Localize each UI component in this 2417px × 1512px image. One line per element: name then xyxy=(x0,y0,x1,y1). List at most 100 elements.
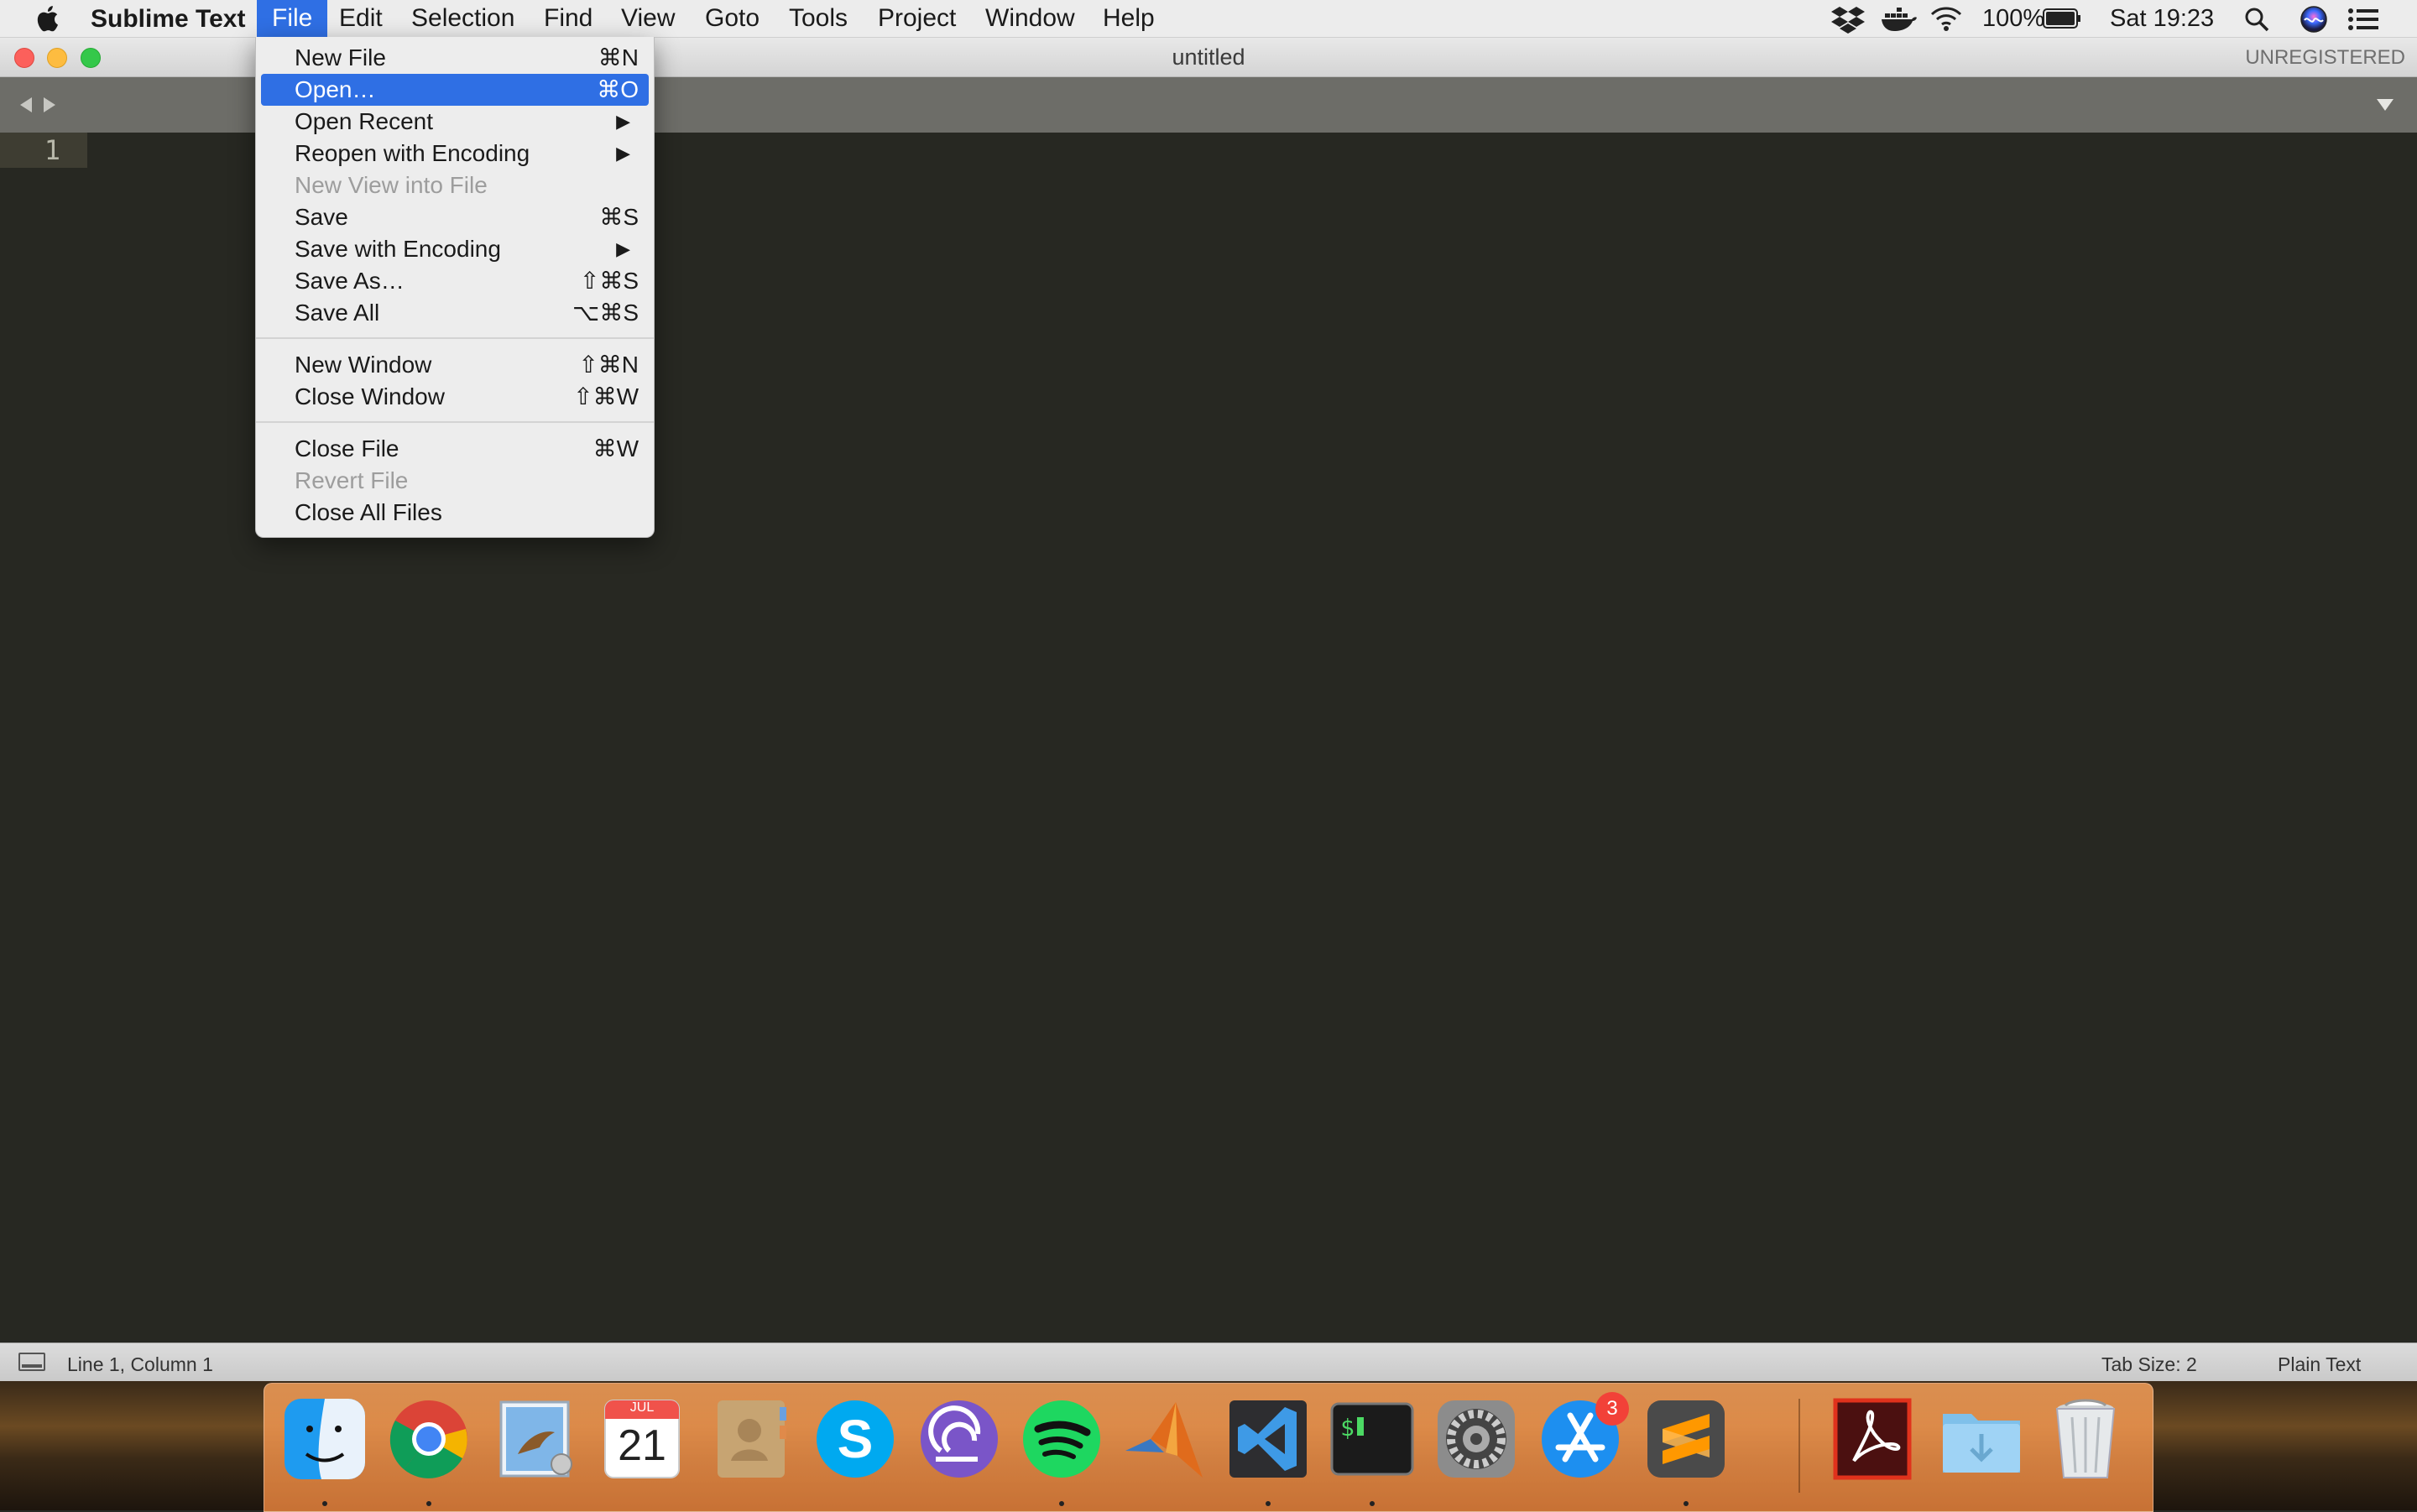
menu-item-label: Reopen with Encoding xyxy=(295,140,530,166)
menu-item-save[interactable]: Save ⌘S xyxy=(261,201,649,233)
dock-separator xyxy=(1798,1399,1800,1493)
menu-selection[interactable]: Selection xyxy=(396,0,530,37)
vscode-icon[interactable] xyxy=(1224,1395,1312,1483)
menu-item-label: New Window xyxy=(295,352,432,378)
file-menu-dropdown: New File ⌘N Open… ⌘O Open Recent ▶ Reope… xyxy=(255,37,655,538)
menu-item-close-window[interactable]: Close Window ⇧⌘W xyxy=(261,381,649,413)
battery-percentage[interactable]: 100% xyxy=(1982,0,2044,37)
terminal-prompt: $ xyxy=(1340,1414,1355,1442)
menu-item-shortcut: ⌘N xyxy=(598,44,639,70)
menu-item-label: Revert File xyxy=(295,467,409,493)
battery-icon[interactable] xyxy=(2043,8,2081,29)
app-store-badge: 3 xyxy=(1595,1392,1629,1426)
menu-item-close-file[interactable]: Close File ⌘W xyxy=(261,433,649,465)
spotify-running-indicator xyxy=(1059,1501,1064,1506)
menu-item-close-all-files[interactable]: Close All Files xyxy=(261,497,649,529)
calendar-icon[interactable]: JUL 21 xyxy=(598,1395,686,1483)
menu-window[interactable]: Window xyxy=(970,0,1090,37)
menu-item-shortcut: ⇧⌘W xyxy=(573,383,639,409)
submenu-arrow-icon: ▶ xyxy=(616,238,630,259)
menu-item-save-with-encoding[interactable]: Save with Encoding ▶ xyxy=(261,233,649,265)
svg-text:S: S xyxy=(838,1409,874,1469)
submenu-arrow-icon: ▶ xyxy=(616,111,630,132)
license-status: UNREGISTERED xyxy=(2245,46,2405,69)
menu-help[interactable]: Help xyxy=(1088,0,1170,37)
menu-item-new-file[interactable]: New File ⌘N xyxy=(261,42,649,74)
menu-item-label: Save As… xyxy=(295,268,405,294)
panel-toggle-icon[interactable] xyxy=(18,1353,45,1371)
menu-bar: Sublime Text File Edit Selection Find Vi… xyxy=(0,0,2417,38)
menu-item-new-window[interactable]: New Window ⇧⌘N xyxy=(261,349,649,381)
menu-item-label: New File xyxy=(295,44,386,70)
menu-separator xyxy=(256,421,654,423)
trash-icon[interactable] xyxy=(2042,1395,2129,1483)
menu-item-open[interactable]: Open… ⌘O xyxy=(261,74,649,106)
menu-item-label: Close File xyxy=(295,435,399,461)
calendar-day: 21 xyxy=(618,1421,666,1470)
menu-item-label: Close Window xyxy=(295,383,445,409)
menu-item-label: Close All Files xyxy=(295,499,442,525)
dock: JUL 21 S $ 3 xyxy=(264,1383,2153,1512)
previous-tab-arrow-icon[interactable] xyxy=(18,96,34,114)
menu-item-open-recent[interactable]: Open Recent ▶ xyxy=(261,106,649,138)
menu-item-label: Save All xyxy=(295,300,380,326)
menu-goto[interactable]: Goto xyxy=(690,0,775,37)
menu-find[interactable]: Find xyxy=(529,0,608,37)
app-store-icon[interactable]: 3 xyxy=(1537,1392,1629,1483)
skype-icon[interactable]: S xyxy=(812,1395,899,1483)
next-tab-arrow-icon[interactable] xyxy=(42,96,57,114)
downloads-folder-icon[interactable] xyxy=(1938,1395,2025,1483)
system-preferences-icon[interactable] xyxy=(1433,1395,1520,1483)
syntax-selector[interactable]: Plain Text xyxy=(2278,1353,2361,1376)
menu-item-shortcut: ⇧⌘S xyxy=(579,268,639,294)
menu-item-label: Open… xyxy=(295,76,376,102)
finder-running-indicator xyxy=(322,1501,327,1506)
menu-item-save-as[interactable]: Save As… ⇧⌘S xyxy=(261,265,649,297)
spotlight-search-icon[interactable] xyxy=(2244,7,2269,32)
siri-icon[interactable] xyxy=(2300,5,2328,34)
menu-item-shortcut: ⌥⌘S xyxy=(572,300,639,326)
bittorrent-icon[interactable] xyxy=(916,1395,1003,1483)
menu-item-shortcut: ⌘W xyxy=(593,435,639,461)
submenu-arrow-icon: ▶ xyxy=(616,143,630,164)
menu-item-shortcut: ⇧⌘N xyxy=(578,352,639,378)
menu-clock[interactable]: Sat 19:23 xyxy=(2110,0,2214,37)
menu-item-shortcut: ⌘S xyxy=(599,204,639,230)
menu-tools[interactable]: Tools xyxy=(774,0,863,37)
tab-size-selector[interactable]: Tab Size: 2 xyxy=(2101,1353,2197,1376)
dropbox-icon[interactable] xyxy=(1831,5,1865,34)
docker-icon[interactable] xyxy=(1880,7,1917,32)
menu-item-shortcut: ⌘O xyxy=(597,76,639,102)
cursor-position: Line 1, Column 1 xyxy=(67,1353,213,1375)
status-bar: Line 1, Column 1 Tab Size: 2 Plain Text xyxy=(0,1343,2417,1382)
finder-icon[interactable] xyxy=(281,1395,368,1483)
menu-item-reopen-with-encoding[interactable]: Reopen with Encoding ▶ xyxy=(261,138,649,169)
menu-separator xyxy=(256,337,654,339)
menu-item-label: Save with Encoding xyxy=(295,236,501,262)
menu-item-label: Open Recent xyxy=(295,108,433,134)
notification-center-icon[interactable] xyxy=(2348,8,2378,30)
menu-file[interactable]: File xyxy=(257,0,328,37)
sublime-running-indicator xyxy=(1684,1501,1689,1506)
app-name-menu[interactable]: Sublime Text xyxy=(91,5,245,34)
menu-item-label: New View into File xyxy=(295,172,488,198)
wifi-icon[interactable] xyxy=(1930,5,1962,32)
line-number: 1 xyxy=(44,134,60,166)
terminal-icon[interactable]: $ xyxy=(1329,1395,1416,1483)
apple-icon[interactable] xyxy=(34,2,64,35)
tab-list-dropdown-icon[interactable] xyxy=(2375,97,2395,112)
sublime-text-icon[interactable] xyxy=(1642,1395,1730,1483)
vscode-running-indicator xyxy=(1266,1501,1271,1506)
menu-item-new-view-into-file: New View into File xyxy=(261,169,649,201)
menu-edit[interactable]: Edit xyxy=(324,0,398,37)
menu-project[interactable]: Project xyxy=(863,0,971,37)
contacts-icon[interactable] xyxy=(707,1395,795,1483)
chrome-icon[interactable] xyxy=(385,1395,472,1483)
acrobat-icon[interactable] xyxy=(1829,1395,1916,1483)
terminal-running-indicator xyxy=(1370,1501,1375,1506)
menu-item-save-all[interactable]: Save All ⌥⌘S xyxy=(261,297,649,329)
menu-view[interactable]: View xyxy=(606,0,690,37)
spotify-icon[interactable] xyxy=(1018,1395,1105,1483)
mail-icon[interactable] xyxy=(493,1395,580,1483)
matlab-icon[interactable] xyxy=(1120,1395,1208,1483)
